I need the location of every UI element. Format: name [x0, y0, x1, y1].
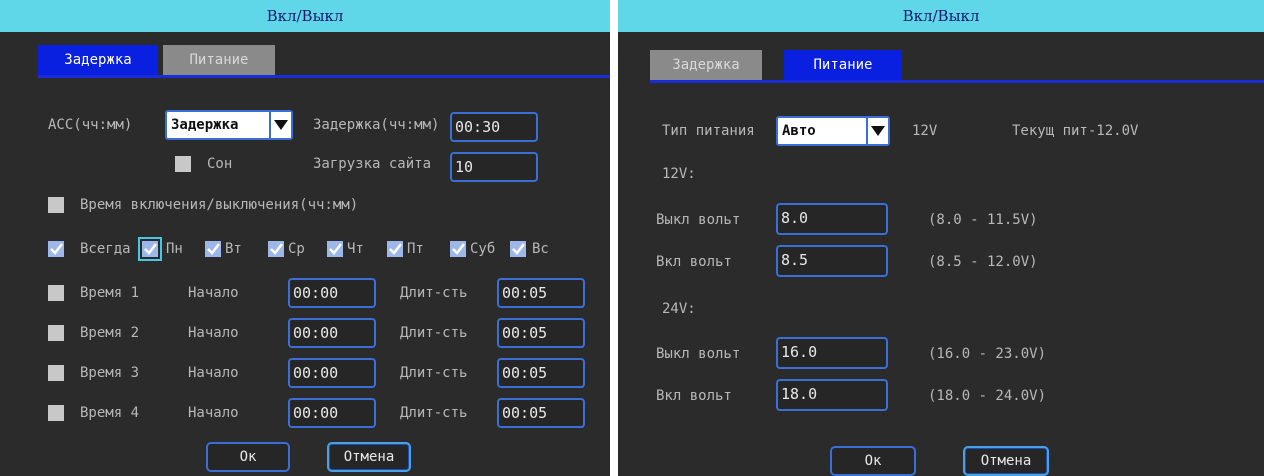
off-voltage-label: Выкл вольт	[656, 212, 741, 228]
ok-button[interactable]: Ок	[206, 442, 290, 472]
day-fri-checkbox[interactable]	[387, 241, 403, 257]
checkmark-icon	[452, 243, 465, 255]
checkmark-icon	[207, 243, 220, 255]
v12-on-range: (8.5 - 12.0V)	[928, 254, 1038, 270]
delay-label: Задержка(чч:мм)	[313, 117, 440, 133]
v24-off-range: (16.0 - 23.0V)	[928, 346, 1047, 362]
time-4-start-input[interactable]: 00:00	[288, 398, 376, 428]
day-wed-checkbox[interactable]	[268, 241, 284, 257]
power-type-value: Авто	[782, 123, 816, 139]
time-1-label: Время 1	[80, 285, 140, 301]
time-3-label: Время 3	[80, 365, 140, 381]
start-label: Начало	[188, 285, 239, 301]
time-1-start-input[interactable]: 00:00	[288, 278, 376, 308]
section-12v-label: 12V:	[662, 166, 696, 182]
day-sat-checkbox[interactable]	[450, 241, 466, 257]
duration-label: Длит-сть	[400, 365, 468, 381]
cancel-button[interactable]: Отмена	[963, 446, 1049, 476]
power-settings-dialog: Вкл/Выкл Задержка Питание Тип питания Ав…	[618, 0, 1264, 476]
day-sun-checkbox[interactable]	[510, 241, 526, 257]
time-4-duration-input[interactable]: 00:05	[497, 398, 585, 428]
time-3-start-input[interactable]: 00:00	[288, 358, 376, 388]
dialog-title: Вкл/Выкл	[0, 0, 610, 32]
v24-on-input[interactable]: 18.0	[776, 379, 888, 411]
v12-off-range: (8.0 - 11.5V)	[928, 212, 1038, 228]
checkmark-icon	[389, 243, 402, 255]
tab-power[interactable]: Питание	[163, 45, 275, 75]
day-sat-label: Суб	[470, 241, 496, 257]
tab-delay[interactable]: Задержка	[38, 45, 158, 75]
boot-input[interactable]: 10	[450, 152, 538, 182]
day-sun-label: Вс	[532, 241, 549, 257]
start-label: Начало	[188, 365, 239, 381]
start-label: Начало	[188, 325, 239, 341]
checkmark-icon	[144, 243, 157, 255]
day-mon-checkbox[interactable]	[138, 237, 162, 261]
time-2-label: Время 2	[80, 325, 140, 341]
day-thu-checkbox[interactable]	[327, 241, 343, 257]
day-always-label: Всегда	[80, 241, 131, 257]
on-voltage-label: Вкл вольт	[656, 388, 732, 404]
day-tue-checkbox[interactable]	[205, 241, 221, 257]
onoff-time-checkbox[interactable]	[48, 197, 64, 213]
cancel-button[interactable]: Отмена	[327, 442, 411, 472]
time-3-duration-input[interactable]: 00:05	[497, 358, 585, 388]
dialog-title: Вкл/Выкл	[618, 0, 1264, 32]
tab-underline	[38, 75, 610, 78]
checkmark-icon	[270, 243, 283, 255]
chevron-down-icon[interactable]	[269, 112, 291, 138]
v24-off-input[interactable]: 16.0	[776, 337, 888, 369]
time-2-duration-input[interactable]: 00:05	[497, 318, 585, 348]
on-voltage-label: Вкл вольт	[656, 254, 732, 270]
time-3-checkbox[interactable]	[48, 365, 64, 381]
duration-label: Длит-сть	[400, 325, 468, 341]
tab-underline	[650, 80, 1264, 83]
time-2-start-input[interactable]: 00:00	[288, 318, 376, 348]
day-thu-label: Чт	[347, 241, 364, 257]
checkmark-icon	[512, 243, 525, 255]
delay-input[interactable]: 00:30	[450, 112, 538, 142]
v12-on-input[interactable]: 8.5	[776, 245, 888, 277]
time-1-checkbox[interactable]	[48, 285, 64, 301]
acc-mode-value: Задержка	[171, 117, 239, 133]
day-tue-label: Вт	[225, 241, 242, 257]
time-1-duration-input[interactable]: 00:05	[497, 278, 585, 308]
power-type-label: Тип питания	[662, 123, 755, 139]
current-power-label: Текущ пит-12.0V	[1012, 123, 1139, 139]
v24-on-range: (18.0 - 24.0V)	[928, 388, 1047, 404]
time-2-checkbox[interactable]	[48, 325, 64, 341]
boot-label: Загрузка сайта	[313, 156, 432, 172]
chevron-down-icon[interactable]	[866, 118, 888, 144]
acc-mode-select[interactable]: Задержка	[165, 110, 293, 140]
day-fri-label: Пт	[407, 241, 424, 257]
time-4-checkbox[interactable]	[48, 405, 64, 421]
power-voltage-label: 12V	[912, 123, 938, 139]
day-mon-label: Пн	[166, 241, 183, 257]
tab-delay[interactable]: Задержка	[650, 50, 762, 80]
onoff-time-label: Время включения/выключения(чч:мм)	[80, 197, 359, 213]
day-always-checkbox[interactable]	[48, 241, 64, 257]
off-voltage-label: Выкл вольт	[656, 346, 741, 362]
tab-power[interactable]: Питание	[784, 50, 902, 80]
section-24v-label: 24V:	[662, 301, 696, 317]
duration-label: Длит-сть	[400, 285, 468, 301]
checkmark-icon	[329, 243, 342, 255]
sleep-label: Сон	[207, 156, 233, 172]
time-4-label: Время 4	[80, 405, 140, 421]
sleep-checkbox[interactable]	[175, 156, 191, 172]
power-type-select[interactable]: Авто	[776, 116, 890, 146]
acc-label: ACC(чч:мм)	[48, 117, 133, 133]
v12-off-input[interactable]: 8.0	[776, 203, 888, 235]
day-wed-label: Ср	[288, 241, 305, 257]
start-label: Начало	[188, 405, 239, 421]
delay-settings-dialog: Вкл/Выкл Задержка Питание ACC(чч:мм) Зад…	[0, 0, 610, 476]
duration-label: Длит-сть	[400, 405, 468, 421]
ok-button[interactable]: Ок	[830, 446, 916, 476]
checkmark-icon	[50, 243, 63, 255]
